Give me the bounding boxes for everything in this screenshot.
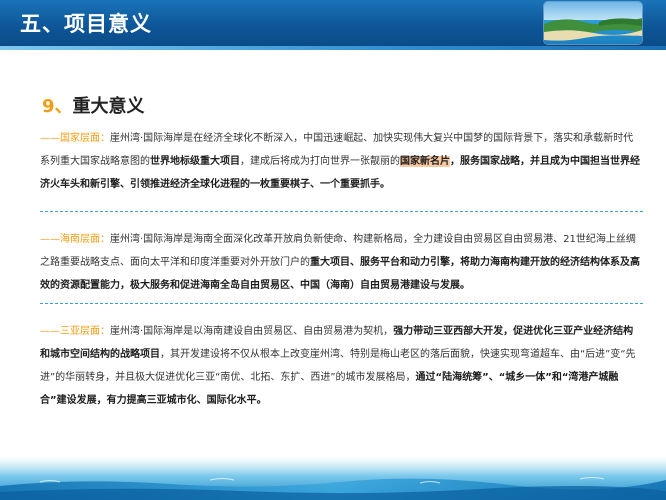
page-title: 五、项目意义 (20, 12, 152, 36)
paragraph-bold-text: 世界地标级重大项目 (150, 156, 240, 167)
section-title-text: 重大意义 (72, 96, 145, 117)
coast-photo-image (544, 2, 642, 44)
footer-sea-strip (0, 456, 666, 500)
sea-wave-image (0, 456, 666, 500)
paragraph-dash: —— (40, 326, 60, 337)
paragraph-dash: —— (40, 234, 60, 245)
paragraph-label: 三亚层面： (60, 326, 110, 337)
section-heading: 9、重大意义 (42, 92, 145, 118)
paragraph-national: ——国家层面：崖州湾·国际海岸是在经济全球化不断深入，中国迅速崛起、加快实现伟大… (40, 127, 643, 196)
paragraph-sanya: ——三亚层面：崖州湾·国际海岸是以海南建设自由贸易区、自由贸易港为契机，强力带动… (40, 320, 643, 412)
dashed-divider (40, 303, 643, 304)
header-bar: 五、项目意义 (0, 0, 666, 50)
paragraph-text: 崖州湾·国际海岸是以海南建设自由贸易区、自由贸易港为契机， (110, 326, 394, 337)
section-number: 9 (42, 96, 55, 117)
paragraph-label: 海南层面： (60, 234, 110, 245)
paragraph-dash: —— (40, 133, 60, 144)
paragraph-highlight-text: 国家新名片 (400, 156, 450, 167)
paragraph-text: ，建成后将成为打向世界一张靓丽的 (240, 156, 400, 167)
paragraph-label: 国家层面： (60, 133, 110, 144)
paragraph-hainan: ——海南层面：崖州湾·国际海岸是海南全面深化改革开放肩负新使命、构建新格局，全力… (40, 228, 643, 297)
dashed-divider (40, 211, 643, 212)
section-separator: 、 (54, 96, 73, 117)
header-coast-photo (544, 2, 642, 44)
